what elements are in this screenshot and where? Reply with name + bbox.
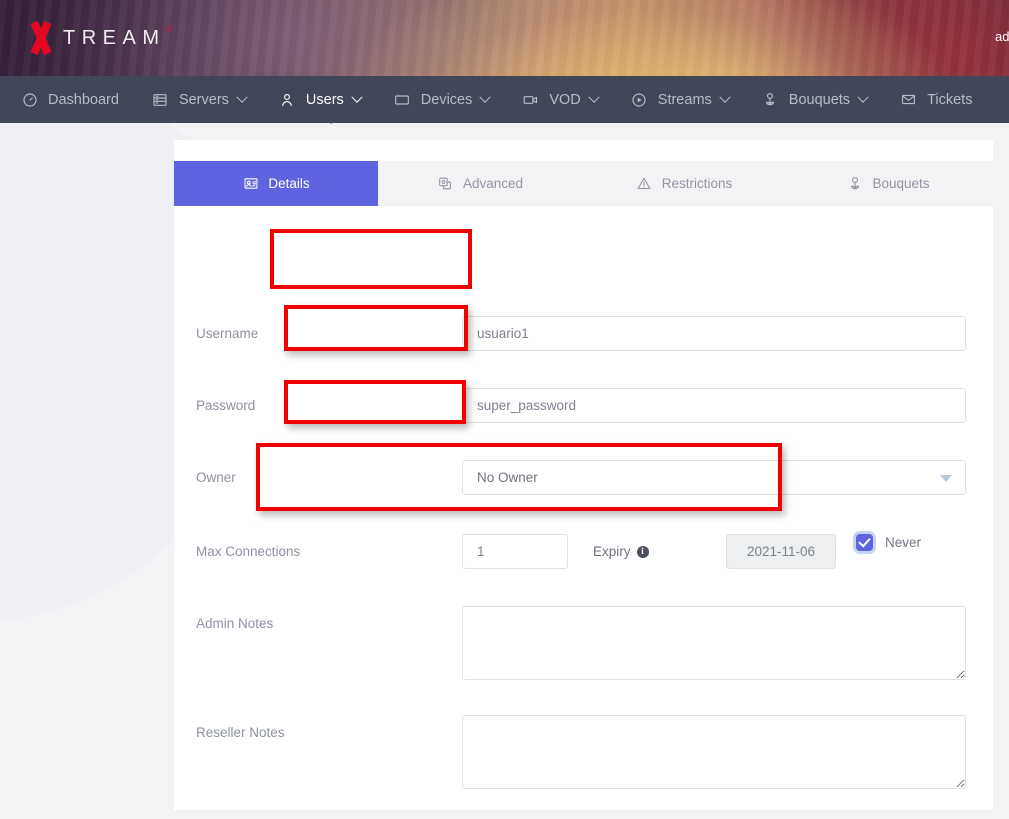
username-label: Username <box>196 326 258 341</box>
never-label: Never <box>885 535 921 550</box>
nav-item-tickets[interactable]: Tickets <box>883 76 988 123</box>
nav-item-vod[interactable]: VOD <box>505 76 613 123</box>
header-swirl-right <box>520 0 940 76</box>
user-form-card: Details Advanced Restrictions Bouquets User… <box>174 140 993 810</box>
bouquet-icon <box>846 176 863 191</box>
server-icon <box>151 92 170 108</box>
nav-item-streams[interactable]: Streams <box>614 76 745 123</box>
nav-item-dashboard[interactable]: Dashboard <box>0 76 135 123</box>
chevron-down-icon <box>588 91 599 102</box>
id-card-icon <box>242 176 259 191</box>
logo-x-icon <box>24 22 58 54</box>
admin-notes-label: Admin Notes <box>196 616 273 631</box>
chevron-down-icon <box>236 91 247 102</box>
password-input[interactable] <box>462 388 966 423</box>
nav-item-label: Dashboard <box>48 92 119 108</box>
never-checkbox[interactable] <box>856 534 873 551</box>
reseller-notes-label: Reseller Notes <box>196 725 285 740</box>
nav-item-devices[interactable]: Devices <box>377 76 506 123</box>
nav-item-label: Tickets <box>927 92 972 108</box>
video-icon <box>521 92 540 108</box>
gears-icon <box>437 176 454 191</box>
chevron-down-icon <box>351 91 362 102</box>
admin-notes-textarea[interactable] <box>462 606 966 680</box>
chevron-down-icon <box>857 91 868 102</box>
expiry-label: Expiry <box>593 544 631 559</box>
nav-item-label: Devices <box>421 92 473 108</box>
nav-item-label: Streams <box>658 92 712 108</box>
chevron-down-icon <box>719 91 730 102</box>
bouquet-icon <box>761 92 780 108</box>
logo-wordmark: TREAM <box>63 22 166 54</box>
info-icon[interactable]: i <box>637 546 649 558</box>
max-connections-input[interactable] <box>462 534 568 569</box>
owner-select[interactable]: No Owner <box>462 460 966 495</box>
nav-item-label: VOD <box>549 92 580 108</box>
tab-label: Restrictions <box>662 176 733 191</box>
app-logo[interactable]: TREAM u <box>24 22 172 54</box>
header-user-label[interactable]: ad <box>995 29 1009 44</box>
form-tab-bar: Details Advanced Restrictions Bouquets <box>174 161 993 206</box>
logo-superscript: u <box>167 22 173 36</box>
tab-label: Advanced <box>463 176 523 191</box>
nav-item-bouquets[interactable]: Bouquets <box>745 76 883 123</box>
tab-label: Bouquets <box>872 176 929 191</box>
page-body: Details Advanced Restrictions Bouquets User… <box>0 123 1009 819</box>
expiry-label-group: Expiry i <box>593 544 649 559</box>
owner-select-value: No Owner <box>477 470 538 485</box>
active-nav-pointer <box>323 116 339 124</box>
warning-icon <box>636 176 653 191</box>
tab-advanced[interactable]: Advanced <box>378 161 582 206</box>
max-connections-label: Max Connections <box>196 544 300 559</box>
device-icon <box>393 92 412 108</box>
reseller-notes-textarea[interactable] <box>462 715 966 789</box>
tab-label: Details <box>268 176 309 191</box>
header-swirl-left <box>180 0 780 76</box>
nav-item-label: Bouquets <box>789 92 850 108</box>
app-header-banner: TREAM u ad <box>0 0 1009 76</box>
chevron-down-icon <box>940 475 952 482</box>
mail-icon <box>899 92 918 108</box>
nav-item-servers[interactable]: Servers <box>135 76 262 123</box>
nav-item-users[interactable]: Users <box>262 76 377 123</box>
password-label: Password <box>196 398 255 413</box>
never-checkbox-wrapper[interactable]: Never <box>856 534 921 551</box>
tab-details[interactable]: Details <box>174 161 378 206</box>
gauge-icon <box>20 92 39 108</box>
username-input[interactable] <box>462 316 966 351</box>
tab-restrictions[interactable]: Restrictions <box>582 161 786 206</box>
nav-item-label: Servers <box>179 92 229 108</box>
nav-item-label: Users <box>306 92 344 108</box>
user-icon <box>278 92 297 108</box>
owner-label: Owner <box>196 470 236 485</box>
tab-bouquets[interactable]: Bouquets <box>786 161 990 206</box>
expiry-date-field[interactable]: 2021-11-06 <box>726 534 836 569</box>
main-navigation: Dashboard Servers Users Devices VOD Streams Bo… <box>0 76 1009 123</box>
chevron-down-icon <box>480 91 491 102</box>
play-icon <box>630 92 649 108</box>
